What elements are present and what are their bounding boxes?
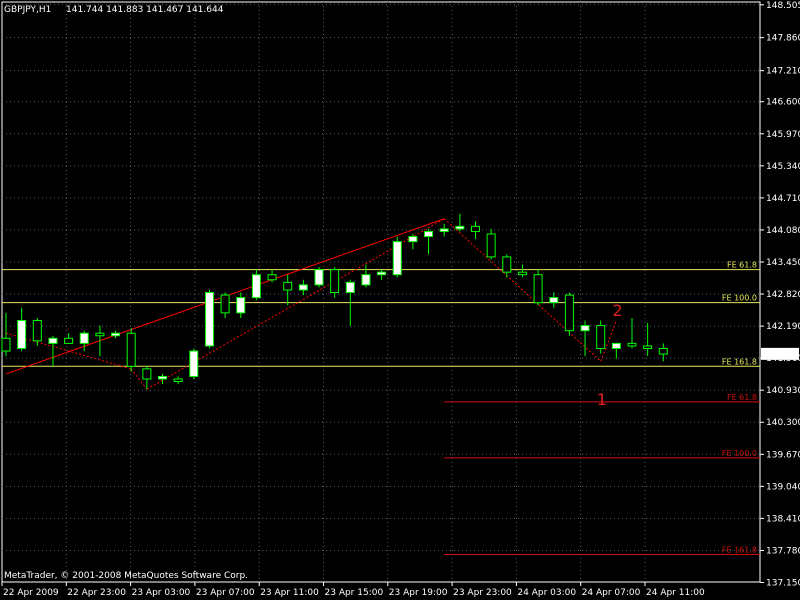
y-tick-label: 140.300 [766,418,800,428]
y-tick-label: 148.505 [766,1,800,11]
candlesticks [1,213,668,390]
current-price-label: 141.644 [763,350,800,360]
candle-body [580,325,590,332]
candle-body [64,337,74,344]
candle-body [251,274,261,299]
fibonacci-expansion-levels[interactable]: FE 61.8 FE 100.0 FE 161.8 FE 61.8 FE 100.0 FE… [2,261,760,556]
candle-body [627,342,637,347]
y-tick-label: 146.600 [766,98,800,108]
y-tick-label: 143.450 [766,258,800,268]
candle-body [142,368,152,380]
plot-frame [1,1,761,583]
x-tick-label: 22 Apr 23:00 [67,588,126,598]
fe-level-label: FE 100.0 [722,294,757,303]
y-tick-label: 138.410 [766,514,800,524]
fe-level-label: FE 161.8 [722,546,757,555]
candle-body [564,294,574,332]
y-tick-label: 139.670 [766,450,800,460]
candle-body [533,274,543,304]
candle-body [361,274,371,286]
candle-body [48,337,58,344]
y-tick-label: 144.080 [766,226,800,236]
copyright-text: MetaTrader, © 2001-2008 MetaQuotes Softw… [4,571,248,581]
x-tick-label: 23 Apr 15:00 [325,588,384,598]
candle-body [111,332,121,337]
candle-body [502,256,512,273]
x-tick-label: 23 Apr 11:00 [260,588,319,598]
candle-body [126,332,136,367]
candle-body [643,345,653,349]
candle-body [173,378,183,383]
x-tick-label: 24 Apr 11:00 [646,588,705,598]
x-tick-label: 22 Apr 2009 [3,588,59,598]
x-tick-label: 23 Apr 03:00 [132,588,191,598]
time-axis: 22 Apr 2009 22 Apr 23:00 23 Apr 03:00 23 Ap… [1,582,705,598]
candle-body [298,284,308,291]
candle-body [32,319,42,342]
symbol-timeframe: GBPJPY,H1 [4,5,51,15]
candle-body [455,225,465,230]
candle-body [486,233,496,258]
y-tick-label: 140.930 [766,386,800,396]
fe-level-label: FE 161.8 [722,357,757,366]
trend-lines[interactable] [5,218,617,390]
y-tick-label: 147.210 [766,67,800,77]
candle-body [204,292,214,347]
candle-body [658,347,668,355]
y-tick-label: 137.150 [766,579,800,589]
fe-level-label: FE 61.8 [727,261,757,270]
candle-body [189,350,199,377]
fe-level-label: FE 61.8 [727,393,757,402]
wave-label: 1 [597,390,607,409]
y-tick-label: 144.710 [766,194,800,204]
candle-body [596,325,606,349]
fe-level-label: FE 100.0 [722,449,757,458]
candle-body [95,332,105,337]
price-chart[interactable]: FE 61.8 FE 100.0 FE 161.8 FE 61.8 FE 100.0 FE… [0,0,800,600]
wave-labels: 12 [597,301,623,409]
x-tick-label: 23 Apr 19:00 [389,588,448,598]
candle-body [267,274,277,281]
ohlc-quote: 141.744 141.883 141.467 141.644 [66,5,224,15]
y-tick-label: 145.970 [766,130,800,140]
y-tick-label: 139.040 [766,482,800,492]
candle-body [471,225,480,232]
candle-body [439,228,449,232]
y-tick-label: 142.820 [766,290,800,300]
candle-body [17,319,27,349]
x-tick-label: 23 Apr 23:00 [453,588,512,598]
x-tick-label: 24 Apr 07:00 [582,588,641,598]
candle-body [220,294,230,314]
candle-body [79,332,89,344]
x-tick-label: 23 Apr 07:00 [196,588,255,598]
candle-body [283,281,293,291]
y-tick-label: 137.780 [766,546,800,556]
wave-label: 2 [612,301,622,320]
price-axis: 148.505 147.860 147.210 146.600 145.970 145.3… [760,1,800,589]
candle-body [158,375,167,380]
candle-body [1,337,11,352]
candle-body [377,271,387,276]
candle-body [392,241,402,276]
candle-body [549,297,559,304]
y-tick-label: 145.340 [766,162,800,172]
candle-body [424,230,434,238]
candle-body [314,269,324,286]
chart-grid [1,1,761,583]
trend-line-dotted [443,218,602,362]
candle-body [330,269,340,294]
y-tick-label: 142.190 [766,322,800,332]
y-tick-label: 147.860 [766,34,800,44]
candle-body [345,281,355,294]
candle-body [517,271,527,276]
candle-body [236,297,246,314]
candle-body [408,236,418,243]
x-tick-label: 24 Apr 03:00 [517,588,576,598]
candle-body [611,342,621,349]
